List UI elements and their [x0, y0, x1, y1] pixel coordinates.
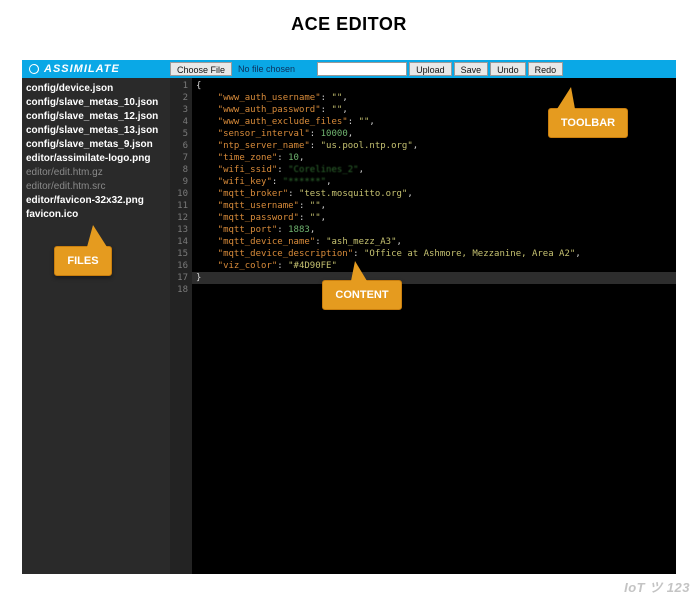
path-input[interactable]	[317, 62, 407, 76]
file-item[interactable]: config/slave_metas_10.json	[26, 96, 166, 110]
callout-toolbar-label: TOOLBAR	[561, 117, 615, 129]
brand: ASSIMILATE	[22, 60, 170, 78]
file-item[interactable]: favicon.ico	[26, 208, 166, 222]
toolbar-row: Choose File No file chosen Upload Save U…	[170, 60, 676, 78]
page-title: ACE EDITOR	[0, 0, 698, 45]
file-item[interactable]: editor/edit.htm.src	[26, 180, 166, 194]
brand-icon	[28, 63, 40, 75]
file-item[interactable]: config/slave_metas_12.json	[26, 110, 166, 124]
upload-button[interactable]: Upload	[409, 62, 452, 76]
undo-button[interactable]: Undo	[490, 62, 526, 76]
callout-toolbar: TOOLBAR	[548, 108, 628, 138]
file-sidebar: config/device.jsonconfig/slave_metas_10.…	[22, 78, 170, 574]
file-item[interactable]: editor/edit.htm.gz	[26, 166, 166, 180]
code-editor[interactable]: 123456789101112131415161718 { "www_auth_…	[170, 78, 676, 574]
line-gutter: 123456789101112131415161718	[170, 78, 192, 574]
callout-content: CONTENT	[322, 280, 402, 310]
callout-files: FILES	[54, 246, 112, 276]
watermark: IoT ツ 123	[624, 577, 690, 596]
callout-files-label: FILES	[67, 255, 98, 267]
topbar: ASSIMILATE Choose File No file chosen Up…	[22, 60, 676, 78]
no-file-label: No file chosen	[234, 64, 299, 74]
code-content[interactable]: { "www_auth_username": "", "www_auth_pas…	[192, 78, 676, 574]
file-item[interactable]: editor/favicon-32x32.png	[26, 194, 166, 208]
file-item[interactable]: editor/assimilate-logo.png	[26, 152, 166, 166]
file-item[interactable]: config/slave_metas_13.json	[26, 124, 166, 138]
save-button[interactable]: Save	[454, 62, 489, 76]
file-item[interactable]: config/device.json	[26, 82, 166, 96]
file-item[interactable]: config/slave_metas_9.json	[26, 138, 166, 152]
brand-text: ASSIMILATE	[44, 63, 120, 75]
redo-button[interactable]: Redo	[528, 62, 564, 76]
choose-file-button[interactable]: Choose File	[170, 62, 232, 76]
callout-content-label: CONTENT	[335, 289, 388, 301]
